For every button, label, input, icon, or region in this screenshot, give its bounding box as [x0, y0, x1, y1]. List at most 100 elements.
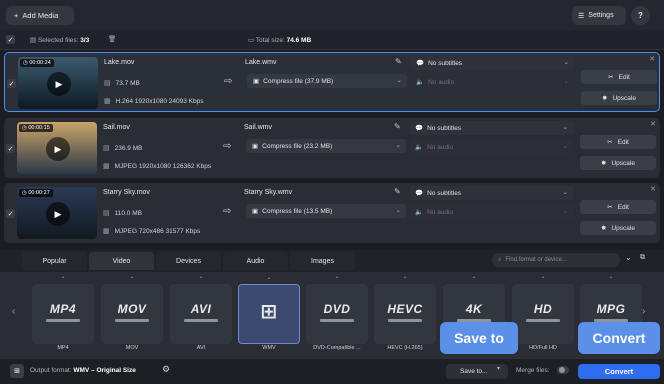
format-dvd-compatible[interactable]: ⌃ DVD [306, 277, 368, 344]
tab-audio[interactable]: Audio [223, 252, 288, 270]
format-logo-underline [46, 319, 80, 322]
convert-callout: Convert [578, 322, 660, 354]
remove-file-icon[interactable]: ✕ [649, 55, 655, 63]
format-strip: ‹ › ⌃ MP4 MP4 ⌃ MOV MOV ⌃ AVI AVI ⌃ ⊞ WMV ⌃ DVD DVD-Co… [0, 272, 664, 358]
format-avi[interactable]: ⌃ AVI [170, 277, 232, 344]
edit-button[interactable]: ✂ Edit [580, 135, 656, 149]
chevron-up-icon[interactable]: ⌃ [306, 276, 368, 283]
tab-video[interactable]: Video [89, 252, 154, 270]
upscale-icon: ✸ [602, 95, 608, 102]
subtitles-label: No subtitles [427, 189, 462, 197]
scroll-left-icon[interactable]: ‹ [12, 306, 15, 317]
edit-button[interactable]: ✂ Edit [581, 70, 657, 84]
play-icon[interactable]: ▶ [46, 137, 70, 161]
tab-popular[interactable]: Popular [22, 252, 87, 270]
format-logo: HD [533, 302, 553, 316]
file-row[interactable]: ✓ ◷ 00:00:24 ▶ Lake.mov ▤ 73.7 MB ▦ H.264 … [4, 52, 660, 112]
codec-label: MJPEG 1920x1080 126362 Kbps [114, 162, 212, 170]
format-logo-underline [320, 319, 354, 322]
convert-button[interactable]: Convert [578, 364, 660, 379]
source-file-name: Lake.mov [104, 59, 135, 66]
format-hd-full-hd[interactable]: ⌃ HD [512, 277, 574, 344]
chevron-up-icon[interactable]: ⌃ [101, 276, 163, 283]
file-checkbox[interactable]: ✓ [6, 209, 15, 218]
codec-info: ▦ H.264 1920x1080 24093 Kbps [104, 97, 204, 106]
edit-button[interactable]: ✂ Edit [580, 200, 656, 214]
format-wmv[interactable]: ⌃ ⊞ [238, 278, 300, 344]
file-row[interactable]: ✓ ◷ 00:00:27 ▶ Starry Sky.mov ▤ 110.0 MB … [4, 183, 660, 243]
format-label: WMV [262, 345, 276, 351]
upscale-label: Upscale [612, 94, 636, 102]
select-all-checkbox[interactable]: ✓ [6, 35, 15, 44]
chevron-up-icon[interactable]: ⌃ [374, 276, 436, 283]
audio-dropdown[interactable]: 🔈 No audio ⌄ [411, 75, 574, 89]
save-to-callout: Save to [440, 322, 518, 354]
chevron-up-icon[interactable]: ⌃ [580, 276, 642, 283]
gear-icon[interactable]: ⚙ [162, 364, 170, 375]
format-mp4[interactable]: ⌃ MP4 [32, 277, 94, 344]
chevron-up-icon[interactable]: ⌃ [239, 277, 299, 284]
file-icon: ▤ [104, 80, 111, 87]
play-icon[interactable]: ▶ [47, 72, 71, 96]
settings-button[interactable]: ☰ Settings [572, 6, 626, 25]
chevron-up-icon[interactable]: ⌃ [512, 276, 574, 283]
upscale-button[interactable]: ✸ Upscale [580, 221, 656, 235]
open-window-icon[interactable]: ⧉ [640, 254, 645, 262]
remove-file-icon[interactable]: ✕ [650, 185, 656, 193]
duration-label: 00:00:27 [28, 190, 50, 196]
compress-label: Compress file (37.9 MB) [263, 77, 334, 85]
upscale-button[interactable]: ✸ Upscale [580, 156, 656, 170]
format-logo: MP4 [49, 302, 77, 316]
rename-pen-icon[interactable]: ✎ [394, 187, 401, 196]
trash-icon[interactable]: 🗑 [108, 35, 116, 43]
output-format-label: Output format: [30, 367, 72, 374]
chevron-down-icon[interactable]: ▾ [497, 365, 500, 372]
format-label: MOV [125, 345, 139, 351]
file-checkbox[interactable]: ✓ [7, 79, 16, 88]
compress-dropdown[interactable]: ▣ Compress file (37.9 MB) ⌄ [247, 74, 407, 88]
tab-images[interactable]: Images [290, 252, 355, 270]
file-checkbox[interactable]: ✓ [6, 144, 15, 153]
rename-pen-icon[interactable]: ✎ [395, 57, 402, 66]
format-logo-underline [526, 319, 560, 322]
file-row[interactable]: ✓ ◷ 00:00:15 ▶ Sail.mov ▤ 236.9 MB ▦ MJPEG… [4, 118, 660, 178]
upscale-icon: ✸ [601, 225, 607, 232]
chevron-up-icon[interactable]: ⌃ [443, 276, 505, 283]
compress-dropdown[interactable]: ▣ Compress file (23.2 MB) ⌄ [246, 139, 406, 153]
upscale-button[interactable]: ✸ Upscale [581, 91, 657, 105]
output-format-value: WMV – Original Size [73, 367, 136, 374]
video-thumbnail[interactable]: ◷ 00:00:24 ▶ [18, 57, 98, 109]
chevron-up-icon[interactable]: ⌃ [32, 276, 94, 283]
chevron-down-icon: ⌄ [562, 124, 568, 131]
rename-pen-icon[interactable]: ✎ [394, 122, 401, 131]
file-size: ▤ 236.9 MB [103, 144, 142, 153]
selected-files-value: 3/3 [80, 37, 90, 44]
codec-label: H.264 1920x1080 24093 Kbps [115, 97, 204, 105]
compress-dropdown[interactable]: ▣ Compress file (13.5 MB) ⌄ [246, 204, 406, 218]
video-thumbnail[interactable]: ◷ 00:00:15 ▶ [17, 122, 97, 174]
audio-dropdown[interactable]: 🔈 No audio ⌄ [410, 205, 573, 219]
subtitles-dropdown[interactable]: 💬 No subtitles ⌄ [410, 186, 573, 200]
format-search[interactable]: ⌕ Find format or device... [492, 253, 620, 267]
subtitles-dropdown[interactable]: 💬 No subtitles ⌄ [410, 121, 573, 135]
convert-arrows-icon: ⇨ [224, 76, 233, 87]
help-button[interactable]: ? [631, 6, 650, 25]
audio-dropdown[interactable]: 🔈 No audio ⌄ [410, 140, 573, 154]
tab-devices[interactable]: Devices [156, 252, 221, 270]
merge-files-toggle[interactable] [557, 366, 569, 374]
subtitles-dropdown[interactable]: 💬 No subtitles ⌄ [411, 56, 574, 70]
add-media-button[interactable]: + Add Media [6, 6, 74, 25]
chevron-up-icon[interactable]: ⌃ [170, 276, 232, 283]
merge-files-label: Merge files: [516, 367, 550, 374]
search-placeholder: Find format or device... [505, 257, 567, 263]
remove-file-icon[interactable]: ✕ [650, 120, 656, 128]
video-thumbnail[interactable]: ◷ 00:00:27 ▶ [17, 187, 97, 239]
format-label: AVI [196, 345, 206, 351]
scissors-icon: ✂ [608, 74, 614, 81]
scroll-right-icon[interactable]: › [642, 306, 645, 317]
format-hevc-h-265[interactable]: ⌃ HEVC [374, 277, 436, 344]
collapse-panel-icon[interactable]: ⌄ [625, 253, 632, 262]
upscale-label: Upscale [611, 224, 635, 232]
play-icon[interactable]: ▶ [46, 202, 70, 226]
format-mov[interactable]: ⌃ MOV [101, 277, 163, 344]
